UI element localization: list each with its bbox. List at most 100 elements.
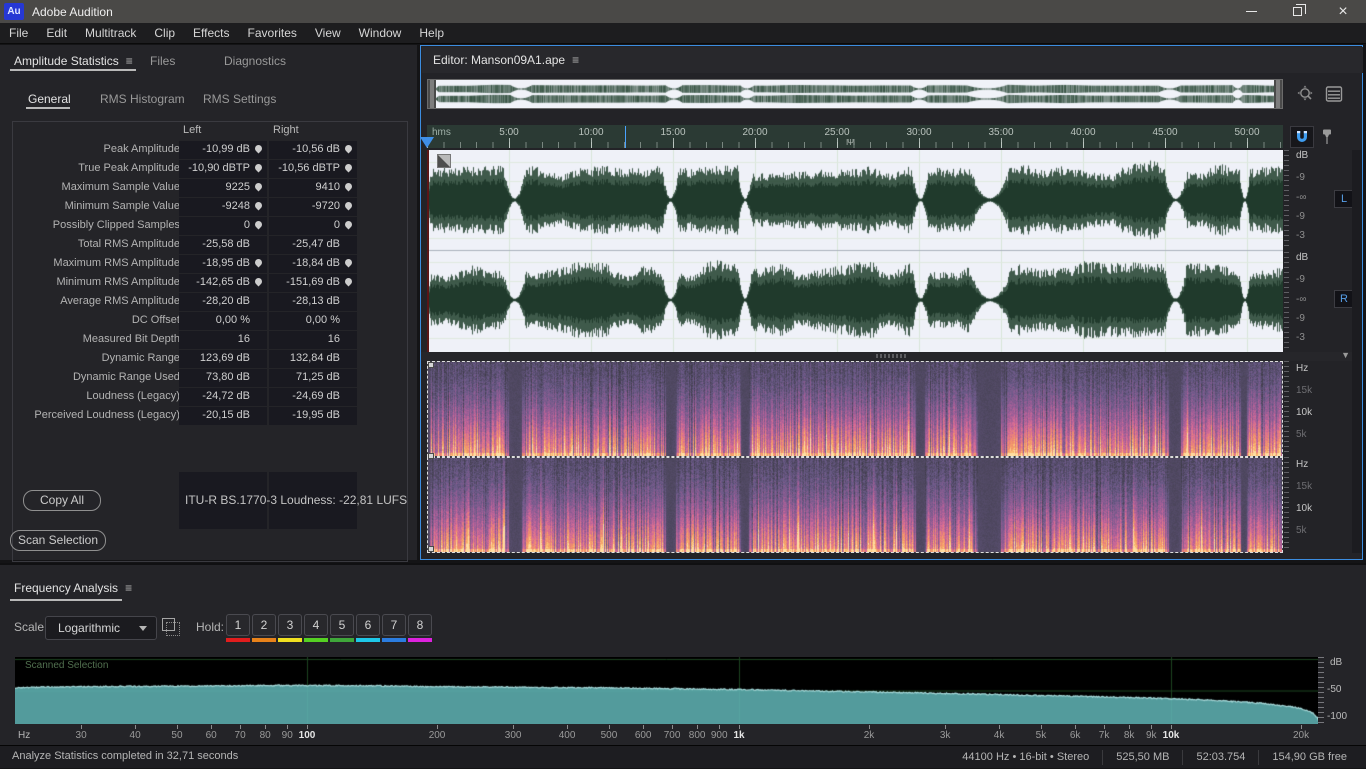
freq-xtick-label: 3k [940, 730, 951, 741]
frequency-scale-right: Hz15k10k5k [1289, 459, 1329, 551]
stat-label: Minimum Sample Value: [65, 200, 183, 212]
copy-graph-icon[interactable] [162, 618, 175, 631]
stat-value-text: 9410 [316, 181, 340, 193]
hold-button-4[interactable]: 4 [304, 614, 328, 636]
timeline-marker-line[interactable] [625, 126, 626, 148]
stat-value-text: -10,56 dBTP [278, 162, 340, 174]
restore-icon [1293, 7, 1302, 16]
stat-value-right: -24,69 dB [269, 388, 357, 406]
hold-button-7[interactable]: 7 [382, 614, 406, 636]
location-pin-icon[interactable] [344, 277, 354, 287]
scan-selection-button[interactable]: Scan Selection [10, 530, 106, 551]
menu-file[interactable]: File [0, 23, 37, 44]
location-pin-icon[interactable] [254, 220, 264, 230]
menu-edit[interactable]: Edit [37, 23, 76, 44]
location-pin-icon[interactable] [344, 144, 354, 154]
marker-pin-icon[interactable] [1320, 128, 1334, 146]
navigator-right-handle[interactable] [1274, 80, 1282, 108]
menu-effects[interactable]: Effects [184, 23, 238, 44]
minimize-button[interactable] [1228, 0, 1274, 23]
selection-handle[interactable] [428, 453, 434, 459]
table-row: Minimum RMS Amplitude:-142,65 dB-151,69 … [15, 274, 407, 292]
freq-xtick-mark [211, 725, 212, 729]
menu-favorites[interactable]: Favorites [239, 23, 306, 44]
location-pin-icon[interactable] [344, 163, 354, 173]
waveform-display[interactable] [427, 150, 1283, 352]
panel-menu-icon[interactable]: ≡ [125, 581, 132, 595]
amplitude-statistics-panel: Amplitude Statistics ≡ Files Diagnostics… [0, 45, 417, 560]
location-pin-icon[interactable] [254, 277, 264, 287]
frequency-plot[interactable]: Scanned Selection [15, 657, 1318, 724]
tab-amplitude-statistics[interactable]: Amplitude Statistics ≡ [14, 54, 133, 68]
location-pin-icon[interactable] [254, 258, 264, 268]
hold-button-3[interactable]: 3 [278, 614, 302, 636]
menu-help[interactable]: Help [410, 23, 453, 44]
stat-value-left: 0 [179, 217, 267, 235]
freq-xtick-mark [697, 725, 698, 729]
timeline-ruler[interactable]: hms 5:0010:0015:0020:0025:0030:0035:0040… [427, 125, 1283, 148]
hold-button-8[interactable]: 8 [408, 614, 432, 636]
restore-button[interactable] [1274, 0, 1320, 23]
menu-view[interactable]: View [306, 23, 350, 44]
selection-handle[interactable] [428, 362, 434, 368]
stat-value-left: 9225 [179, 179, 267, 197]
hold-button-6[interactable]: 6 [356, 614, 380, 636]
spectrogram-left-channel[interactable] [427, 361, 1283, 457]
status-message: Analyze Statistics completed in 32,71 se… [12, 750, 238, 762]
scale-label: -∞ [1296, 192, 1306, 203]
menu-clip[interactable]: Clip [145, 23, 184, 44]
stat-value-text: -10,99 dB [202, 143, 250, 155]
display-settings-icon[interactable] [1325, 85, 1343, 103]
itu-loudness-text: ITU-R BS.1770-3 Loudness: -22,81 LUFS [185, 493, 407, 507]
location-pin-icon[interactable] [254, 201, 264, 211]
location-pin-icon[interactable] [254, 182, 264, 192]
channel-badge-right[interactable]: R [1334, 290, 1354, 308]
subtab-general[interactable]: General [28, 92, 71, 106]
spectrogram-right-channel[interactable] [427, 457, 1283, 553]
channel-badge-left[interactable]: L [1334, 190, 1354, 208]
copy-all-button[interactable]: Copy All [23, 490, 101, 511]
location-pin-icon[interactable] [254, 163, 264, 173]
location-pin-icon[interactable] [344, 220, 354, 230]
scale-select[interactable]: Logarithmic [45, 616, 157, 640]
hold-button-5[interactable]: 5 [330, 614, 354, 636]
tab-frequency-analysis[interactable]: Frequency Analysis ≡ [14, 581, 132, 595]
subtab-rms-histogram[interactable]: RMS Histogram [100, 92, 185, 106]
location-pin-icon[interactable] [344, 258, 354, 268]
location-pin-icon[interactable] [344, 182, 354, 192]
hold-button-1[interactable]: 1 [226, 614, 250, 636]
selection-corner-icon[interactable] [437, 154, 451, 168]
overview-navigator[interactable] [427, 79, 1283, 109]
menu-multitrack[interactable]: Multitrack [76, 23, 145, 44]
panel-menu-icon[interactable]: ≡ [126, 54, 133, 68]
selection-handle[interactable] [428, 546, 434, 552]
view-splitter[interactable]: ▼ [421, 352, 1362, 361]
ruler-tick-label: 45:00 [1152, 127, 1177, 138]
editor-right-scrollbar[interactable] [1352, 150, 1362, 553]
tab-label: Amplitude Statistics [14, 54, 119, 68]
playhead-handle[interactable] [420, 137, 434, 148]
subtab-rms-settings[interactable]: RMS Settings [203, 92, 276, 106]
snap-toggle-button[interactable] [1290, 126, 1314, 148]
table-row: Dynamic Range Used:73,80 dB71,25 dB [15, 369, 407, 387]
timeline-marker-icon[interactable]: ΙΨΙ [846, 138, 854, 147]
stat-value-right: -10,56 dB [269, 141, 357, 159]
tab-diagnostics[interactable]: Diagnostics [224, 54, 286, 68]
editor-tab[interactable]: Editor: Manson09A1.ape ≡ [433, 53, 579, 67]
stat-value-left: -10,90 dBTP [179, 160, 267, 178]
stat-value-text: 123,69 dB [200, 352, 250, 364]
location-pin-icon[interactable] [344, 201, 354, 211]
collapse-arrow-icon[interactable]: ▼ [1341, 350, 1350, 360]
menu-window[interactable]: Window [350, 23, 411, 44]
close-button[interactable]: × [1320, 0, 1366, 23]
location-pin-icon[interactable] [254, 144, 264, 154]
zoom-navigate-icon[interactable] [1296, 84, 1316, 104]
tab-files[interactable]: Files [150, 54, 175, 68]
navigator-left-handle[interactable] [428, 80, 436, 108]
column-header-left: Left [183, 124, 201, 136]
hold-button-2[interactable]: 2 [252, 614, 276, 636]
scanned-selection-label: Scanned Selection [25, 660, 108, 671]
editor-panel-menu-icon[interactable]: ≡ [572, 53, 579, 67]
stat-value-text: -9720 [312, 200, 340, 212]
stat-label: Possibly Clipped Samples: [53, 219, 183, 231]
